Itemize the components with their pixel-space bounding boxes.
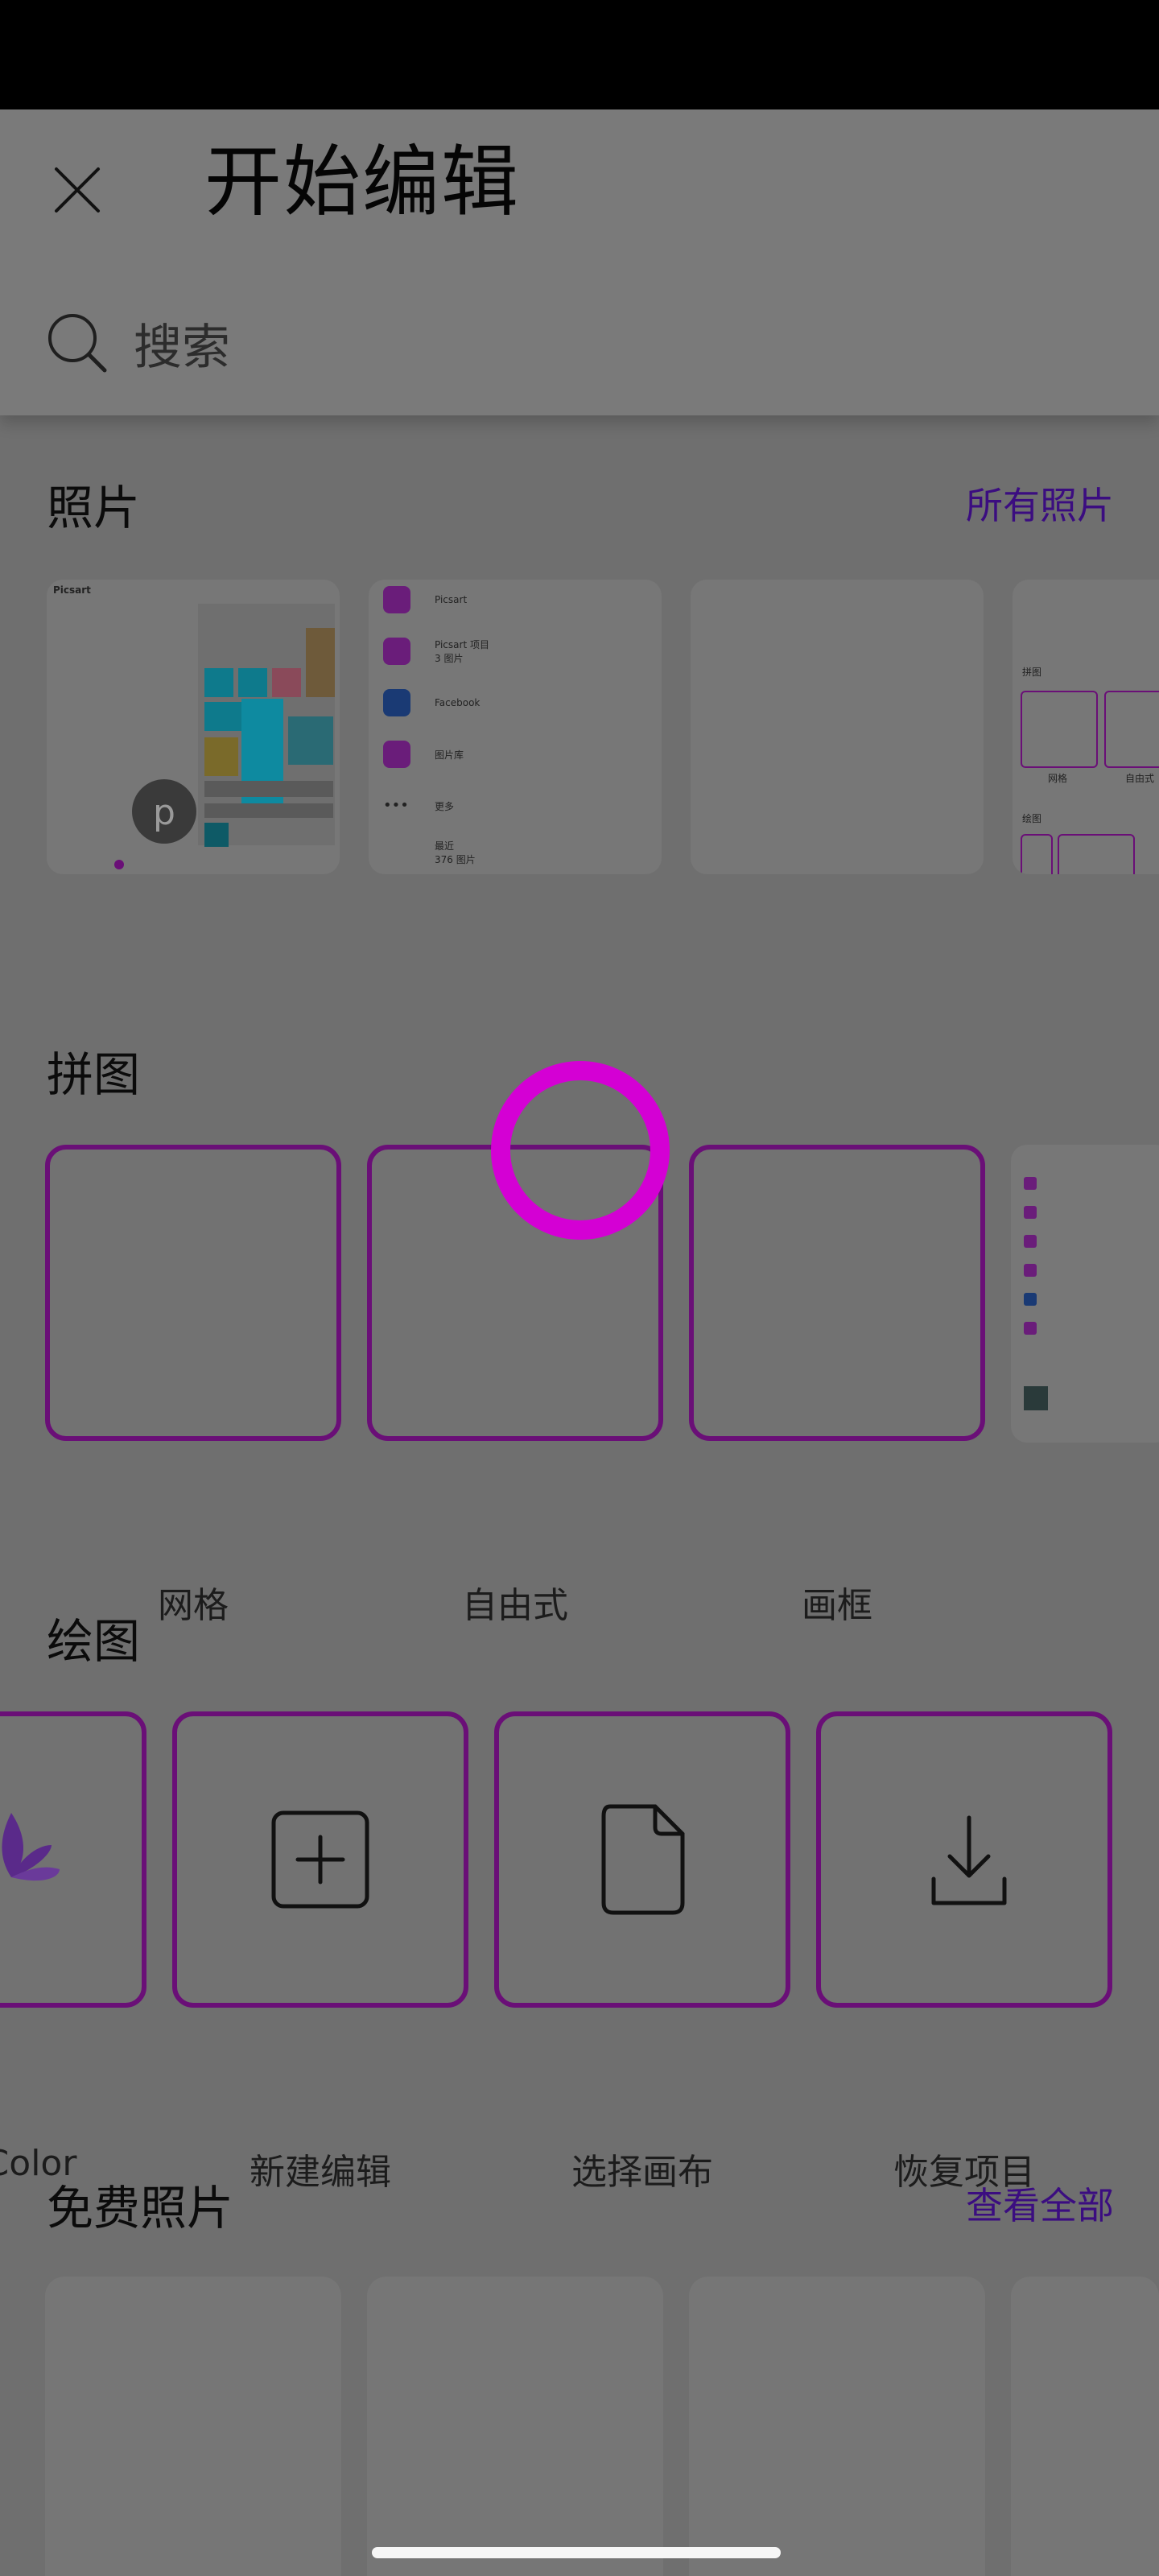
collage-freestyle-label: 自由式 (462, 1585, 568, 1626)
touch-indicator (491, 1061, 670, 1240)
thumb-grid-box (1021, 691, 1098, 768)
home-indicator[interactable] (372, 2547, 781, 2558)
photo-thumb-4[interactable]: 拼图 网格 自由式 绘图 (1013, 580, 1159, 874)
thumb-draw-box-2 (1058, 834, 1135, 874)
draw-color-tile[interactable] (0, 1711, 146, 2008)
source-row-facebook: Facebook (383, 689, 480, 716)
lotus-icon (2, 1813, 60, 1881)
draw-select-canvas-label: 选择画布 (571, 2152, 713, 2193)
editor-start-screen: 开始编辑 搜索 照片 所有照片 Picsart p Picsart Picsar… (0, 109, 1159, 2576)
all-photos-link[interactable]: 所有照片 (966, 477, 1114, 530)
picsart-icon (383, 586, 410, 613)
see-all-link[interactable]: 查看全部 (966, 2177, 1114, 2230)
header: 开始编辑 搜索 (0, 109, 1159, 415)
photo-thumb-1[interactable]: Picsart p (47, 580, 340, 874)
draw-restore-project-tile[interactable] (816, 1711, 1112, 2008)
collage-preview-image (1024, 1177, 1048, 1410)
more-icon: ••• (383, 797, 409, 814)
source-row-recent: 最近 376 图片 (435, 840, 476, 865)
search-bar[interactable]: 搜索 (45, 308, 230, 378)
source-row-picsart: Picsart (383, 586, 467, 613)
section-title-collage: 拼图 (47, 1047, 141, 1102)
source-row-more: ••• 更多 (383, 792, 454, 819)
source-row-projects: Picsart 项目 3 图片 (383, 638, 489, 665)
gallery-icon (383, 741, 410, 768)
collage-frame-label: 画框 (802, 1585, 872, 1626)
collage-more-tile[interactable] (1011, 1145, 1159, 1443)
close-icon (55, 167, 100, 213)
plus-square-icon (271, 1810, 369, 1909)
draw-select-canvas-tile[interactable] (494, 1711, 790, 2008)
draw-new-edit-tile[interactable] (172, 1711, 468, 2008)
section-title-drawing: 绘图 (47, 1614, 141, 1669)
photo-thumb-3[interactable] (691, 580, 984, 874)
free-photo-card-2[interactable] (367, 2277, 663, 2576)
facebook-icon (383, 689, 410, 716)
status-bar (0, 0, 1159, 109)
download-icon (931, 1815, 1007, 1905)
thumb-screenshot-image: p (114, 604, 335, 869)
collage-frame-tile[interactable] (689, 1145, 985, 1441)
search-input[interactable]: 搜索 (134, 308, 230, 378)
free-photo-card-1[interactable] (45, 2277, 341, 2576)
free-photo-card-4[interactable] (1011, 2277, 1159, 2576)
close-button[interactable] (45, 158, 109, 222)
source-row-gallery: 图片库 (383, 741, 464, 768)
page: 开始编辑 搜索 照片 所有照片 Picsart p Picsart Picsar… (0, 0, 1159, 2576)
svg-text:p: p (153, 792, 175, 833)
folder-icon (383, 638, 410, 665)
thumb-draw-box (1021, 834, 1053, 874)
document-icon (601, 1804, 685, 1915)
thumb-freestyle-box (1104, 691, 1159, 768)
collage-grid-tile[interactable] (45, 1145, 341, 1441)
section-title-photos: 照片 (47, 481, 141, 535)
page-title: 开始编辑 (204, 137, 520, 227)
search-icon (48, 314, 107, 373)
section-title-free-photos: 免费照片 (47, 2181, 234, 2235)
free-photo-card-3[interactable] (689, 2277, 985, 2576)
photo-thumb-2[interactable]: Picsart Picsart 项目 3 图片 Facebook 图片库 •••… (369, 580, 662, 874)
